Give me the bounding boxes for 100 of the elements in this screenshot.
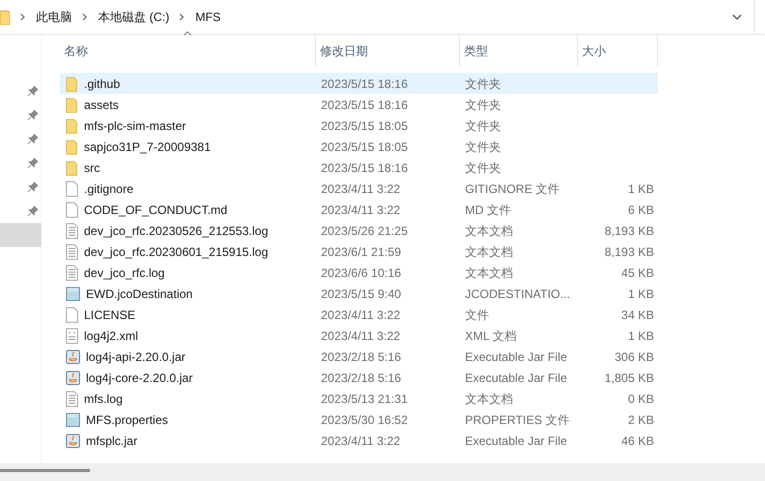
file-name: mfs-plc-sim-master — [84, 118, 186, 134]
file-name: mfsplc.jar — [86, 432, 138, 450]
file-size: 0 KB — [626, 390, 654, 408]
file-type: 文件夹 — [464, 96, 502, 114]
pin-icon[interactable] — [28, 86, 38, 96]
date-modified: 2023/4/11 3:22 — [320, 328, 402, 344]
file-type: GITIGNORE 文件 — [464, 180, 561, 198]
jar-file-icon — [66, 370, 80, 386]
date-modified: 2023/5/15 9:40 — [320, 286, 402, 302]
date-modified: 2023/4/11 3:22 — [320, 202, 402, 218]
folder-file-icon — [66, 160, 78, 176]
date-modified: 2023/5/15 18:16 — [320, 96, 409, 114]
jar-file-icon — [66, 348, 80, 364]
date-modified: 2023/4/11 3:22 — [320, 306, 402, 324]
file-size: 1 KB — [626, 328, 654, 344]
file-name: .github — [84, 76, 120, 92]
folder-file-icon — [66, 138, 78, 154]
scrollbar-thumb[interactable] — [0, 469, 90, 472]
file-name: log4j-api-2.20.0.jar — [86, 348, 186, 366]
file-name: log4j2.xml — [84, 328, 138, 344]
sort-caret-icon — [183, 31, 192, 36]
file-name: log4j-core-2.20.0.jar — [86, 370, 193, 386]
dropdown-icon[interactable] — [732, 14, 742, 20]
folder-file-icon — [66, 118, 78, 134]
folder-file-icon — [66, 96, 78, 112]
file-size: 1 KB — [626, 286, 654, 302]
jar-file-icon — [66, 432, 80, 448]
config-file-icon — [66, 412, 80, 428]
file-type: 文本文档 — [464, 222, 514, 240]
file-name: dev_jco_rfc.20230526_212553.log — [84, 222, 268, 240]
file-type: JCODESTINATIO... — [464, 286, 572, 302]
breadcrumb-item[interactable]: MFS — [195, 8, 221, 26]
date-modified: 2023/5/15 18:05 — [320, 138, 409, 156]
column-header[interactable]: 大小 — [578, 35, 658, 67]
pin-icon[interactable] — [28, 182, 38, 192]
file-size: 1 KB — [626, 180, 654, 198]
file-size: 34 KB — [620, 306, 654, 324]
pin-icon[interactable] — [28, 134, 38, 144]
blank-file-icon — [66, 202, 78, 218]
column-header[interactable]: 名称 — [60, 35, 316, 67]
file-name: dev_jco_rfc.log — [84, 264, 165, 282]
column-header[interactable]: 修改日期 — [316, 35, 460, 67]
pin-icon[interactable] — [28, 158, 38, 168]
file-type: 文本文档 — [464, 390, 514, 408]
file-name: mfs.log — [84, 390, 123, 408]
file-type: 文本文档 — [464, 264, 514, 282]
file-type: XML 文档 — [464, 328, 518, 344]
date-modified: 2023/5/15 18:16 — [320, 160, 409, 176]
chevron-icon — [82, 13, 88, 21]
column-header[interactable]: 类型 — [460, 35, 578, 67]
breadcrumb-item[interactable]: 此电脑 — [36, 8, 72, 26]
folder-file-icon — [66, 76, 78, 92]
file-name: MFS.properties — [86, 412, 168, 428]
date-modified: 2023/4/11 3:22 — [320, 432, 402, 450]
file-type: 文件夹 — [464, 160, 502, 176]
date-modified: 2023/2/18 5:16 — [320, 370, 402, 386]
date-modified: 2023/5/26 21:25 — [320, 222, 409, 240]
breadcrumb-item[interactable]: 本地磁盘 (C:) — [98, 8, 170, 26]
file-row[interactable]: .github 2023/5/15 18:16 文件夹 — [60, 73, 658, 94]
file-size: 46 KB — [620, 432, 654, 450]
config-file-icon — [66, 286, 80, 302]
file-type: 文件夹 — [464, 118, 502, 134]
file-type: PROPERTIES 文件 — [464, 412, 570, 428]
file-name: src — [84, 160, 100, 176]
pin-icon[interactable] — [28, 110, 38, 120]
xml-file-icon — [66, 328, 78, 344]
date-modified: 2023/5/15 18:16 — [320, 76, 409, 92]
file-type: Executable Jar File — [464, 432, 568, 450]
file-type: 文件 — [464, 306, 490, 324]
text-file-icon — [66, 244, 78, 260]
file-type: 文件夹 — [464, 138, 502, 156]
file-size: 8,193 KB — [604, 244, 654, 260]
date-modified: 2023/5/30 16:52 — [320, 412, 409, 428]
file-name: sapjco31P_7-20009381 — [84, 138, 211, 156]
blank-file-icon — [66, 306, 78, 322]
date-modified: 2023/5/15 18:05 — [320, 118, 409, 134]
file-name: .gitignore — [84, 180, 134, 198]
file-type: MD 文件 — [464, 202, 512, 218]
pin-icon[interactable] — [28, 206, 38, 216]
date-modified: 2023/6/6 10:16 — [320, 264, 402, 282]
file-type: 文本文档 — [464, 244, 514, 260]
file-size: 306 KB — [614, 348, 654, 366]
text-file-icon — [66, 390, 78, 406]
file-name: dev_jco_rfc.20230601_215915.log — [84, 244, 268, 260]
blank-file-icon — [66, 180, 78, 196]
file-size: 45 KB — [620, 264, 654, 282]
file-size: 6 KB — [626, 202, 654, 218]
date-modified: 2023/4/11 3:22 — [320, 180, 402, 198]
file-size: 8,193 KB — [604, 222, 654, 240]
file-size: 2 KB — [626, 412, 654, 428]
file-name: LICENSE — [84, 306, 136, 324]
date-modified: 2023/5/13 21:31 — [320, 390, 409, 408]
file-name: assets — [84, 96, 119, 114]
date-modified: 2023/2/18 5:16 — [320, 348, 402, 366]
file-size: 1,805 KB — [604, 370, 654, 386]
folder-icon — [0, 9, 10, 25]
file-type: Executable Jar File — [464, 348, 568, 366]
file-name: CODE_OF_CONDUCT.md — [84, 202, 228, 218]
file-type: 文件夹 — [464, 76, 502, 92]
file-name: EWD.jcoDestination — [86, 286, 193, 302]
